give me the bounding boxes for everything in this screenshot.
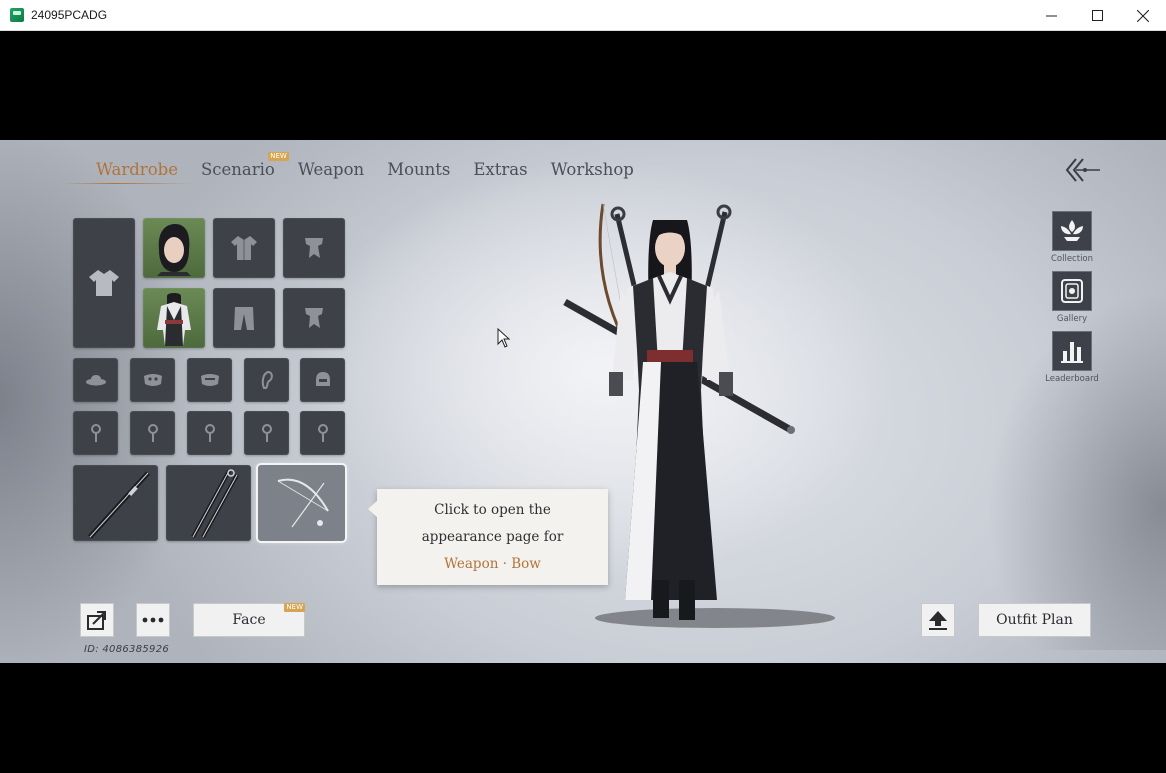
maximize-icon <box>1091 10 1103 21</box>
hat-slot[interactable] <box>73 358 118 402</box>
tab-label: Extras <box>473 160 528 179</box>
outfit-slot[interactable] <box>73 218 135 348</box>
upload-icon <box>929 611 947 630</box>
new-badge: NEW <box>284 603 305 612</box>
tab-label: Weapon <box>297 160 365 179</box>
tab-label: Workshop <box>550 160 634 179</box>
weapon-slot-sword[interactable] <box>73 465 158 541</box>
minimize-button[interactable] <box>1028 0 1074 31</box>
outfit-figure-icon <box>157 293 191 346</box>
cape-icon <box>305 238 323 258</box>
ornament-icon <box>90 424 101 442</box>
character-portrait-icon <box>157 224 191 276</box>
share-icon <box>87 611 106 630</box>
pants-icon <box>234 307 254 330</box>
face-button[interactable]: Face NEW <box>193 603 305 637</box>
top-slot[interactable] <box>213 218 275 278</box>
maximize-button[interactable] <box>1074 0 1120 31</box>
helmet-icon <box>315 372 330 386</box>
pants-slot[interactable] <box>213 288 275 348</box>
mask-slot[interactable] <box>130 358 175 402</box>
lotus-icon <box>1052 211 1092 251</box>
gallery-button[interactable]: Gallery <box>1045 271 1099 324</box>
hat-icon <box>85 375 106 386</box>
more-dots-icon <box>142 617 164 623</box>
ornament-slot-2[interactable] <box>130 411 175 455</box>
main-tabs: Wardrobe Scenario NEW Weapon Mounts Extr… <box>96 152 657 182</box>
back-arrow-icon <box>1065 158 1100 182</box>
robe-icon <box>89 270 119 296</box>
dual-blades-icon <box>190 469 239 538</box>
tab-wardrobe[interactable]: Wardrobe <box>96 158 178 182</box>
window-titlebar: 24095PCADG <box>0 0 1166 31</box>
ornament-icon <box>261 424 272 442</box>
tab-label: Wardrobe <box>96 160 178 179</box>
player-id: ID: 4086385926 <box>84 644 170 655</box>
tab-extras[interactable]: Extras <box>473 158 527 182</box>
leaderboard-label: Leaderboard <box>1045 374 1099 384</box>
veil-slot[interactable] <box>187 358 232 402</box>
minimize-icon <box>1045 15 1057 17</box>
veil-icon <box>200 374 219 386</box>
tab-mounts[interactable]: Mounts <box>387 158 450 182</box>
ornament-icon <box>204 424 215 442</box>
jacket-icon <box>231 236 257 260</box>
ornament-slot-1[interactable] <box>73 411 118 455</box>
face-accessory-slot[interactable] <box>300 358 345 402</box>
app-icon <box>10 8 24 22</box>
game-viewport: Wardrobe Scenario NEW Weapon Mounts Extr… <box>0 140 1166 663</box>
collection-button[interactable]: Collection <box>1045 211 1099 264</box>
gallery-label: Gallery <box>1056 314 1088 324</box>
ornament-icon <box>317 424 328 442</box>
more-options-button[interactable] <box>136 603 170 637</box>
ornament-slot-5[interactable] <box>300 411 345 455</box>
outfit-plan-label: Outfit Plan <box>996 612 1073 628</box>
bow-icon <box>277 478 329 528</box>
close-window-button[interactable] <box>1120 0 1166 31</box>
mouse-cursor-icon <box>497 328 511 348</box>
cape-slot[interactable] <box>283 218 345 278</box>
scarf-icon <box>305 308 323 328</box>
collection-label: Collection <box>1050 254 1094 264</box>
leaderboard-button[interactable]: Leaderboard <box>1045 331 1099 384</box>
upload-button[interactable] <box>921 603 955 637</box>
ornament-icon <box>147 424 158 442</box>
tab-label: Mounts <box>387 160 451 179</box>
tooltip-line-3: Weapon · Bow <box>444 555 541 572</box>
ear-icon <box>261 370 273 389</box>
active-tab-underline <box>62 183 192 184</box>
tab-scenario[interactable]: Scenario NEW <box>200 152 289 182</box>
outfit-plan-button[interactable]: Outfit Plan <box>978 603 1091 637</box>
sword-icon <box>87 471 150 539</box>
share-button[interactable] <box>80 603 114 637</box>
gallery-icon <box>1052 271 1092 311</box>
outfit-preview-slot[interactable] <box>143 288 205 348</box>
tab-workshop[interactable]: Workshop <box>551 158 634 182</box>
close-icon <box>1137 9 1149 22</box>
face-button-label: Face <box>232 612 266 628</box>
mask-icon <box>143 374 162 386</box>
weapon-slot-bow[interactable] <box>258 465 345 541</box>
window-title: 24095PCADG <box>31 8 108 22</box>
tab-weapon[interactable]: Weapon <box>298 158 364 182</box>
ornament-slot-4[interactable] <box>244 411 289 455</box>
bar-chart-icon <box>1052 331 1092 371</box>
ornament-slot-3[interactable] <box>187 411 232 455</box>
window-controls <box>1028 0 1166 31</box>
tooltip-line-2: appearance page for <box>421 528 564 545</box>
weapon-slot-dual-blades[interactable] <box>166 465 251 541</box>
hairstyle-slot[interactable] <box>143 218 205 278</box>
accessory-slot[interactable] <box>283 288 345 348</box>
tooltip-line-1: Click to open the <box>434 501 551 518</box>
tab-label: Scenario <box>200 160 275 179</box>
new-badge: NEW <box>268 152 289 161</box>
back-button[interactable] <box>1063 156 1103 184</box>
earring-slot[interactable] <box>244 358 289 402</box>
character-model[interactable] <box>555 200 855 640</box>
